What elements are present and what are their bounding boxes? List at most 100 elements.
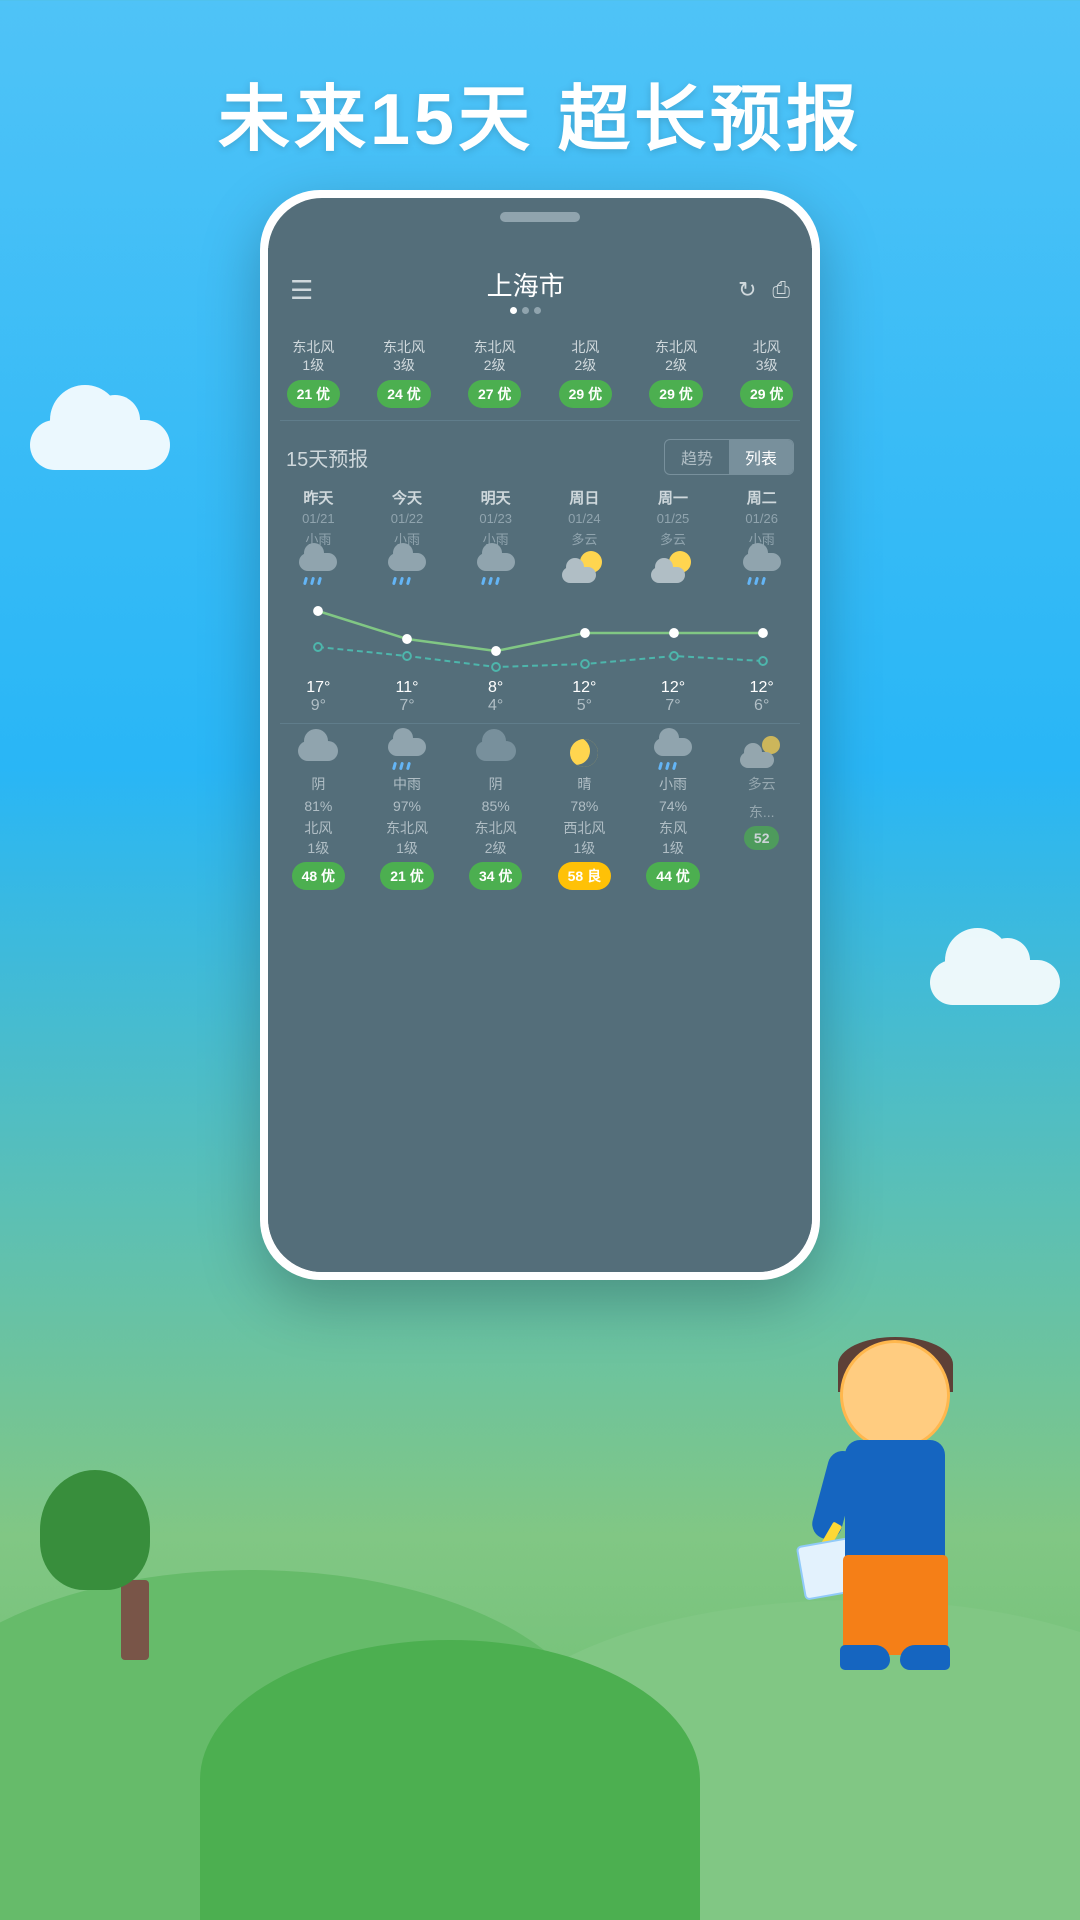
bottom-wind-0: 北风1级 [304,818,332,858]
cond-3: 多云 [571,529,597,548]
bottom-cond-1: 中雨 [393,774,421,794]
hero-title: 未来15天 超长预报 [0,60,1080,165]
weather-icon-2 [474,551,518,585]
high-1: 11° [363,679,452,697]
bottom-cond-3: 晴 [577,774,591,794]
fcol-3: 周日 01/24 多云 [540,483,629,589]
bottom-day-cols: 阴 81% 北风1级 48 优 中雨 97% 东北风1级 21 优 [268,730,812,896]
bottom-cond-2: 阴 [489,774,503,794]
low-0: 9° [274,697,363,715]
wind-col-2: 东北风2级 27 优 [449,332,540,414]
bottom-aqi-1: 21 优 [380,862,433,890]
bcol-1: 中雨 97% 东北风1级 21 优 [363,730,452,896]
day-1: 今天 [392,487,422,508]
temp-low-row: 9° 7° 4° 5° 7° 6° [268,697,812,715]
bottom-cond-0: 阴 [311,774,325,794]
date-2: 01/23 [479,511,512,526]
fcol-2: 明天 01/23 小雨 [451,483,540,589]
phone-screen: ☰ 上海市 ↻ ⎙ 东北风1级 21 优 [268,198,812,1272]
wind-3: 北风2级 [571,338,599,374]
date-3: 01/24 [568,511,601,526]
refresh-icon[interactable]: ↻ [738,277,756,303]
bcol-5: 多云 东... 52 [717,730,806,896]
bottom-wind-3: 西北风1级 [563,818,605,858]
phone-frame: ☰ 上海市 ↻ ⎙ 东北风1级 21 优 [260,190,820,1280]
bottom-aqi-4: 44 优 [646,862,699,890]
low-3: 5° [540,697,629,715]
wind-0: 东北风1级 [292,338,334,374]
day-3: 周日 [569,487,599,508]
wind-col-0: 东北风1级 21 优 [268,332,359,414]
cloud-right [930,960,1060,1005]
fcol-0: 昨天 01/21 小雨 [274,483,363,589]
bottom-icon-4 [651,736,695,770]
tree-decoration [80,1470,190,1660]
day-4: 周一 [658,487,688,508]
temp-svg [274,589,806,679]
bottom-wind-4: 东风1级 [659,818,687,858]
bcol-4: 小雨 74% 东风1级 44 优 [629,730,718,896]
dot-2 [522,307,529,314]
temp-high-row: 17° 11° 8° 12° 12° 12° [268,679,812,697]
low-2: 4° [451,697,540,715]
aqi-3: 29 优 [559,380,612,408]
bottom-hum-1: 97% [393,798,421,814]
high-4: 12° [629,679,718,697]
temp-graph [274,589,806,679]
bottom-icon-2 [474,736,518,770]
weather-icon-3 [562,551,606,585]
date-1: 01/22 [391,511,424,526]
high-2: 8° [451,679,540,697]
aqi-2: 27 优 [468,380,521,408]
bottom-aqi-0: 48 优 [292,862,345,890]
wind-aqi-row: 东北风1级 21 优 东北风3级 24 优 东北风2级 27 优 北风2级 29… [268,324,812,414]
wind-col-5: 北风3级 29 优 [721,332,812,414]
city-name[interactable]: 上海市 [487,266,565,303]
dot-3 [534,307,541,314]
bottom-aqi-2: 34 优 [469,862,522,890]
share-icon[interactable]: ⎙ [772,277,790,303]
tab-list[interactable]: 列表 [729,440,793,474]
aqi-5: 29 优 [740,380,793,408]
forecast-tabs[interactable]: 趋势 列表 [664,439,794,475]
aqi-4: 29 优 [649,380,702,408]
forecast-title: 15天预报 [286,443,368,472]
wind-2: 东北风2级 [474,338,516,374]
weather-icon-4 [651,551,695,585]
date-5: 01/26 [745,511,778,526]
low-5: 6° [717,697,806,715]
wind-5: 北风3级 [753,338,781,374]
wind-4: 东北风2级 [655,338,697,374]
tab-trend[interactable]: 趋势 [665,440,729,474]
app-header: ☰ 上海市 ↻ ⎙ [268,248,812,324]
high-3: 12° [540,679,629,697]
bcol-3: 晴 78% 西北风1级 58 良 [540,730,629,896]
day-2: 明天 [481,487,511,508]
wind-col-4: 东北风2级 29 优 [631,332,722,414]
low-4: 7° [629,697,718,715]
date-0: 01/21 [302,511,335,526]
wind-col-3: 北风2级 29 优 [540,332,631,414]
bcol-0: 阴 81% 北风1级 48 优 [274,730,363,896]
bottom-icon-3 [562,736,606,770]
bottom-hum-2: 85% [482,798,510,814]
aqi-0: 21 优 [287,380,340,408]
divider-1 [280,420,800,421]
cloud-left [30,420,170,470]
forecast-header: 15天预报 趋势 列表 [268,427,812,483]
bottom-hum-0: 81% [304,798,332,814]
bottom-aqi-5: 52 [744,826,780,850]
forecast-days-top: 昨天 01/21 小雨 今天 01/22 小雨 [268,483,812,589]
bottom-icon-5 [740,736,784,770]
phone-speaker [500,212,580,222]
cond-4: 多云 [660,529,686,548]
menu-icon[interactable]: ☰ [290,275,313,306]
day-0: 昨天 [303,487,333,508]
bottom-icon-0 [296,736,340,770]
bcol-2: 阴 85% 东北风2级 34 优 [451,730,540,896]
bottom-hum-4: 74% [659,798,687,814]
weather-icon-5 [740,551,784,585]
character-decoration [770,1340,1020,1720]
bottom-hum-3: 78% [570,798,598,814]
dot-1 [510,307,517,314]
